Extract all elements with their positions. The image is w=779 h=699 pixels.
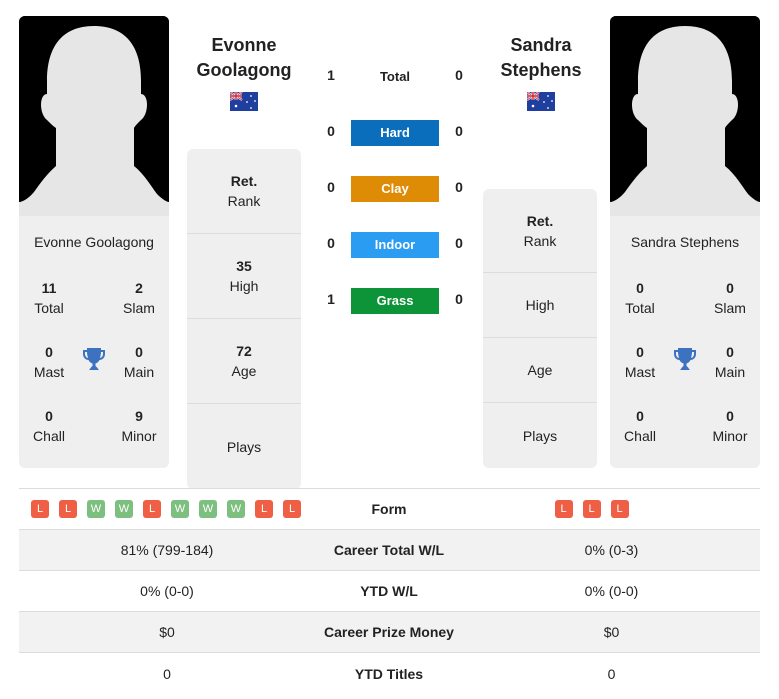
player2-ytd-titles: 0 bbox=[607, 665, 616, 682]
h2h-grass-p1: 1 bbox=[327, 291, 335, 307]
player2-card: Sandra Stephens 0 Total 0 Slam 0 Mast 0 Main… bbox=[610, 16, 760, 468]
player2-info: Ret. Rank High Age Plays bbox=[483, 189, 597, 468]
player1-form: LLWWLWWWLL bbox=[19, 500, 315, 518]
player1-photo bbox=[19, 16, 169, 216]
player1-high: 35 High bbox=[187, 234, 301, 319]
player1-career-wl: 81% (799-184) bbox=[120, 542, 214, 558]
player2-titles: 0 Total 0 Slam 0 Mast 0 Main 0 Chall 0 Minor bbox=[610, 254, 760, 464]
form-loss-badge: L bbox=[582, 500, 601, 518]
australia-flag-icon bbox=[230, 92, 258, 111]
form-loss-badge: L bbox=[554, 500, 573, 518]
h2h-clay-p2: 0 bbox=[455, 179, 463, 195]
form-win-badge: W bbox=[171, 500, 189, 518]
player1-name: Evonne Goolagong bbox=[34, 234, 154, 250]
player1-age: 72 Age bbox=[187, 319, 301, 404]
player2-prize-money: $0 bbox=[603, 624, 620, 640]
player2-chall-titles: 0 Chall bbox=[624, 408, 656, 444]
ytd-titles-label: YTD Titles bbox=[354, 665, 424, 682]
player2-ytd-wl: 0% (0-0) bbox=[584, 583, 639, 599]
trophy-icon bbox=[83, 348, 105, 370]
player1-prize-money: $0 bbox=[159, 624, 175, 640]
h2h-hard-p2: 0 bbox=[455, 123, 463, 139]
player2-age: Age bbox=[483, 338, 597, 403]
player1-main-titles: 0 Main bbox=[123, 344, 155, 380]
player2-slam-titles: 0 Slam bbox=[714, 280, 746, 316]
player1-plays: Plays bbox=[226, 438, 262, 455]
career-wl-label: Career Total W/L bbox=[333, 542, 445, 558]
player1-card: Evonne Goolagong 11 Total 2 Slam 0 Mast 0 Ma… bbox=[19, 16, 169, 468]
player1-ytd-wl: 0% (0-0) bbox=[140, 583, 194, 599]
player2-minor-titles: 0 Minor bbox=[712, 408, 748, 444]
player2-mast-titles: 0 Mast bbox=[624, 344, 656, 380]
table-row: 0% (0-0) YTD W/L 0% (0-0) bbox=[19, 571, 760, 612]
player2-total-titles: 0 Total bbox=[625, 280, 655, 316]
form-loss-badge: L bbox=[59, 500, 77, 518]
player1-info: Ret. Rank 35 High 72 Age Plays bbox=[187, 149, 301, 489]
australia-flag-icon bbox=[527, 92, 555, 111]
player1-chall-titles: 0 Chall bbox=[33, 408, 65, 444]
h2h-indoor-p1: 0 bbox=[327, 235, 335, 251]
player1-mast-titles: 0 Mast bbox=[33, 344, 65, 380]
h2h-grass-p2: 0 bbox=[455, 291, 463, 307]
player1-minor-titles: 9 Minor bbox=[121, 408, 157, 444]
player1-ytd-titles: 0 bbox=[163, 665, 171, 682]
form-loss-badge: L bbox=[283, 500, 301, 518]
surface-grass-badge: Grass bbox=[351, 288, 439, 314]
prize-money-label: Career Prize Money bbox=[324, 624, 454, 640]
player2-plays: Plays bbox=[522, 427, 558, 444]
table-row: $0 Career Prize Money $0 bbox=[19, 612, 760, 653]
ytd-wl-label: YTD W/L bbox=[360, 583, 418, 599]
surface-hard-badge: Hard bbox=[351, 120, 439, 146]
form-label: Form bbox=[371, 501, 407, 517]
player2-form: LLL bbox=[463, 500, 760, 518]
avatar-silhouette-icon bbox=[19, 16, 169, 216]
h2h-total-p1: 1 bbox=[327, 67, 335, 83]
form-win-badge: W bbox=[227, 500, 245, 518]
surface-indoor-badge: Indoor bbox=[351, 232, 439, 258]
stats-table: LLWWLWWWLL Form LLL 81% (799-184) Career… bbox=[19, 488, 760, 694]
player1-total-titles: 11 Total bbox=[34, 280, 64, 316]
player1-rank: Ret. Rank bbox=[187, 149, 301, 234]
avatar-silhouette-icon bbox=[610, 16, 760, 216]
h2h-total-p2: 0 bbox=[455, 67, 463, 83]
form-win-badge: W bbox=[115, 500, 133, 518]
h2h-clay-p1: 0 bbox=[327, 179, 335, 195]
player2-heading[interactable]: Sandra Stephens bbox=[471, 33, 611, 83]
h2h-hard-p1: 0 bbox=[327, 123, 335, 139]
player2-photo bbox=[610, 16, 760, 216]
form-loss-badge: L bbox=[610, 500, 629, 518]
player1-titles: 11 Total 2 Slam 0 Mast 0 Main 0 Chall 9 Minor bbox=[19, 254, 169, 464]
table-row: 0 YTD Titles 0 bbox=[19, 653, 760, 694]
player1-heading[interactable]: Evonne Goolagong bbox=[174, 33, 314, 83]
trophy-icon bbox=[674, 348, 696, 370]
player2-main-titles: 0 Main bbox=[714, 344, 746, 380]
player2-high: High bbox=[483, 273, 597, 338]
surface-clay-badge: Clay bbox=[351, 176, 439, 202]
player2-rank: Ret. Rank bbox=[483, 189, 597, 273]
h2h-total-label: Total bbox=[379, 69, 411, 84]
form-win-badge: W bbox=[199, 500, 217, 518]
form-win-badge: W bbox=[87, 500, 105, 518]
player2-name: Sandra Stephens bbox=[630, 234, 740, 250]
form-loss-badge: L bbox=[143, 500, 161, 518]
form-loss-badge: L bbox=[31, 500, 49, 518]
h2h-indoor-p2: 0 bbox=[455, 235, 463, 251]
form-loss-badge: L bbox=[255, 500, 273, 518]
player2-career-wl: 0% (0-3) bbox=[584, 542, 639, 558]
form-row: LLWWLWWWLL Form LLL bbox=[19, 489, 760, 530]
table-row: 81% (799-184) Career Total W/L 0% (0-3) bbox=[19, 530, 760, 571]
player1-slam-titles: 2 Slam bbox=[123, 280, 155, 316]
